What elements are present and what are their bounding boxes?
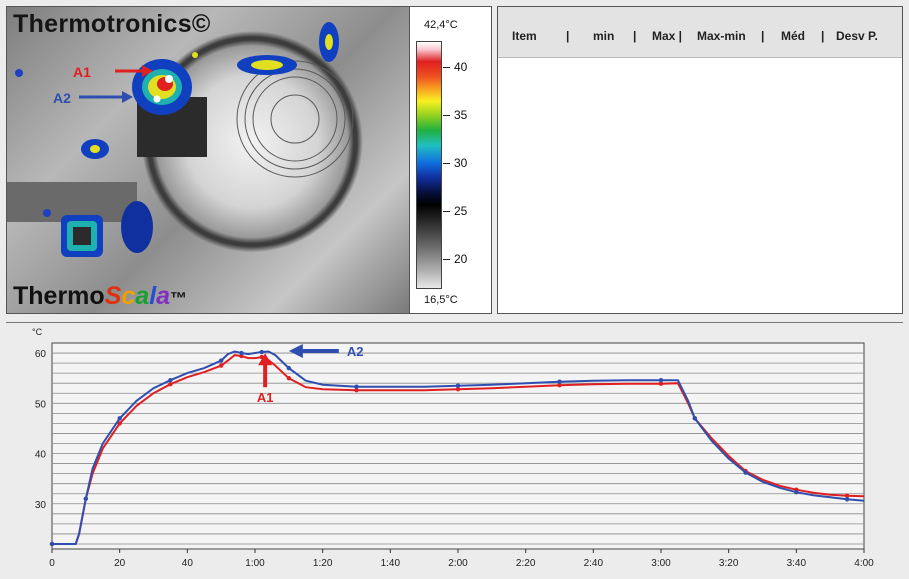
- x-tick-label: 3:00: [651, 558, 671, 569]
- data-point: [218, 358, 224, 363]
- column-separator: |: [633, 29, 637, 43]
- brand-letter: Thermo: [13, 282, 105, 310]
- x-tick-label: 2:40: [584, 558, 604, 569]
- x-tick-label: 2:20: [516, 558, 536, 569]
- marker-a2-label: A2: [53, 90, 71, 106]
- scale-max-label: 42,4°C: [424, 19, 458, 31]
- scale-tick-label: 40: [454, 60, 468, 74]
- data-point: [844, 497, 850, 502]
- column-std-dev[interactable]: Desv P.: [836, 29, 878, 43]
- x-tick-label: 1:40: [381, 558, 401, 569]
- scale-tick-label: 20: [454, 252, 468, 266]
- x-tick-label: 0: [49, 558, 55, 569]
- scale-gradient: [416, 41, 442, 289]
- column-separator: |: [761, 29, 765, 43]
- y-tick-label: 60: [35, 349, 47, 360]
- data-point: [743, 470, 748, 475]
- data-point: [658, 377, 664, 383]
- data-point: [455, 383, 461, 388]
- y-tick-label: 40: [35, 450, 47, 461]
- scale-tick-label: 25: [454, 204, 468, 218]
- scale-tick-mark: [443, 67, 450, 68]
- statistics-table: Item | min | Max | Max-min | Méd | Desv …: [497, 6, 903, 314]
- x-tick-label: 1:20: [313, 558, 333, 569]
- brand-logo: Thermo Sc a l a ™: [13, 282, 187, 311]
- scale-min-label: 16,5°C: [424, 294, 458, 306]
- y-axis-label: °C: [32, 327, 43, 337]
- data-point: [168, 382, 173, 387]
- temperature-chart: 30 40 50 60 °C 0 20 40 1:00 1:20 1:40 2:00 2:20 2:40 3…: [6, 322, 903, 573]
- brand-letter: l: [149, 282, 157, 310]
- data-point: [239, 350, 244, 356]
- table-header: Item | min | Max | Max-min | Méd | Desv …: [498, 7, 902, 58]
- x-tick-label: 4:00: [854, 558, 874, 569]
- column-med[interactable]: Méd: [781, 29, 805, 43]
- y-tick-label: 30: [35, 500, 47, 511]
- column-max-min[interactable]: Max-min: [697, 29, 746, 43]
- data-point: [83, 496, 89, 501]
- column-item[interactable]: Item: [512, 29, 537, 43]
- column-min[interactable]: min: [593, 29, 614, 43]
- data-point: [794, 490, 799, 495]
- data-point: [354, 384, 359, 389]
- scale-tick-label: 30: [454, 156, 468, 170]
- thermal-image: A1 A2 Thermotronics© Thermo Sc a l a ™: [6, 6, 410, 314]
- scale-tick-mark: [443, 163, 450, 164]
- scale-tick-mark: [443, 259, 450, 260]
- brand-letter: a: [135, 282, 150, 310]
- brand-letter: a: [156, 282, 171, 310]
- scale-tick-mark: [443, 115, 450, 116]
- data-point: [49, 541, 55, 547]
- y-tick-label: 50: [35, 399, 47, 410]
- column-max[interactable]: Max |: [652, 29, 682, 43]
- column-separator: |: [566, 29, 570, 43]
- marker-a2: A2: [53, 90, 133, 106]
- x-tick-label: 40: [182, 558, 194, 569]
- data-point: [692, 416, 698, 421]
- x-tick-label: 2:00: [448, 558, 468, 569]
- scale-tick-mark: [443, 211, 450, 212]
- data-point: [168, 377, 173, 383]
- brand-letter: c: [121, 282, 136, 310]
- scale-tick-label: 35: [454, 108, 468, 122]
- annotation-label-a1: A1: [257, 390, 274, 405]
- data-point: [259, 349, 264, 355]
- column-separator: |: [821, 29, 825, 43]
- brand-title: Thermotronics©: [13, 10, 211, 38]
- x-tick-label: 20: [114, 558, 126, 569]
- data-point: [286, 375, 292, 381]
- data-point: [557, 379, 562, 384]
- brand-letter: ™: [170, 289, 188, 308]
- x-tick-label: 3:20: [719, 558, 739, 569]
- brand-letter: S: [104, 282, 122, 310]
- thermal-overlay: A1 A2: [7, 22, 354, 257]
- x-tick-label: 1:00: [245, 558, 265, 569]
- x-tick-label: 3:40: [787, 558, 807, 569]
- cooler-fins: [236, 60, 354, 178]
- data-point: [286, 365, 292, 371]
- plot-area: [51, 342, 865, 550]
- data-point: [218, 363, 224, 368]
- chart-svg: 30 40 50 60 °C 0 20 40 1:00 1:20 1:40 2:00 2:20 2:40 3…: [32, 327, 874, 569]
- annotation-label-a2: A2: [347, 344, 364, 359]
- data-point: [117, 416, 122, 421]
- marker-a1-label: A1: [73, 64, 91, 80]
- colour-scale: 42,4°C 40 35 30 25 20 16,5°C: [410, 6, 492, 314]
